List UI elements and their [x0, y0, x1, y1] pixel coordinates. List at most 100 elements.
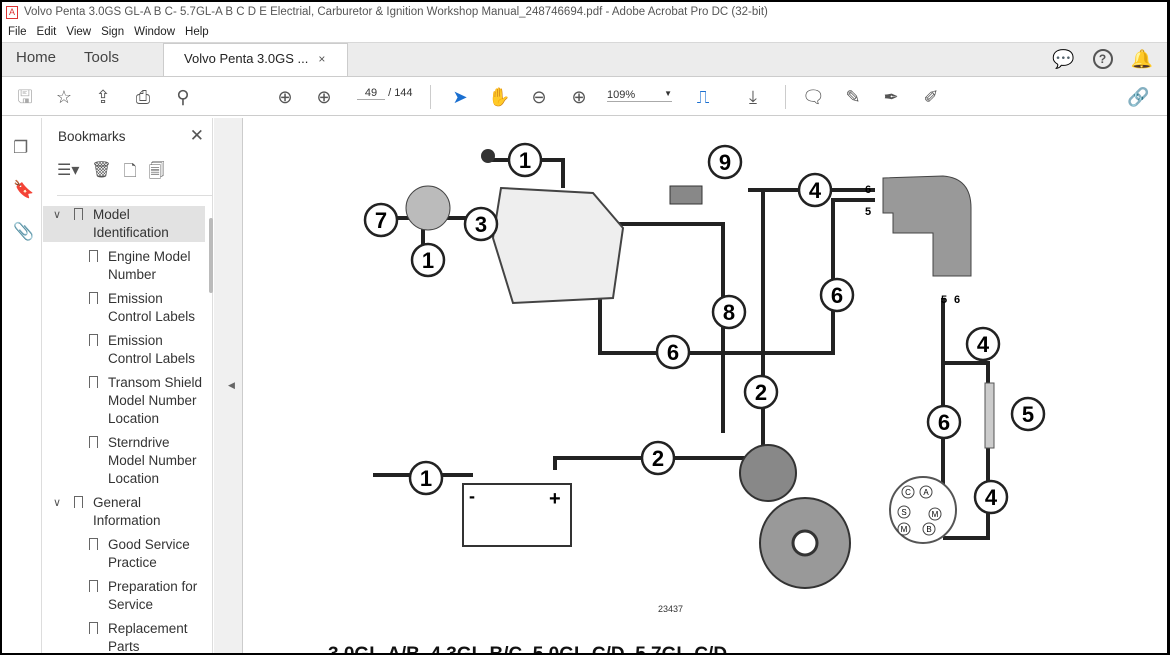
menu-help[interactable]: Help — [185, 26, 209, 38]
switch-terminal-label: B — [926, 525, 931, 534]
share-link-icon[interactable]: 🔗 — [1127, 86, 1149, 108]
highlight-icon[interactable]: ✎ — [842, 86, 864, 108]
bookmark-flag-icon — [89, 334, 98, 346]
print-icon[interactable]: ⎙ — [132, 86, 154, 108]
bookmark-label: Sterndrive Model Number Location — [108, 435, 197, 486]
page-total: 144 — [394, 87, 413, 99]
bookmark-flag-icon — [89, 580, 98, 592]
bookmark-item[interactable]: Replacement Parts — [43, 620, 205, 653]
save-icon[interactable]: 🖫 — [14, 86, 36, 108]
callout-number: 1 — [422, 248, 434, 273]
attachment-icon[interactable]: 📎 — [13, 222, 34, 242]
bookmark-flag-icon — [74, 208, 83, 220]
tab-home[interactable]: Home — [2, 43, 70, 76]
chevron-down-icon[interactable]: ∨ — [53, 494, 61, 512]
options-icon[interactable]: ☰▾ — [57, 160, 79, 187]
close-icon[interactable]: ✕ — [190, 126, 204, 146]
comment-bubble-icon[interactable]: 💬 — [1052, 49, 1074, 70]
close-tab-icon[interactable]: × — [318, 52, 325, 66]
bookmark-item[interactable]: ∨ General Information — [43, 494, 205, 530]
wire-label: 6 — [865, 184, 871, 196]
bookmarks-title: Bookmarks — [58, 129, 126, 144]
menu-sign[interactable]: Sign — [101, 26, 124, 38]
bookmark-item[interactable]: Emission Control Labels — [43, 332, 205, 368]
connector-icon — [669, 185, 703, 205]
page-number-input[interactable]: 49 — [357, 87, 385, 100]
bookmark-label: Engine Model Number — [108, 249, 191, 282]
wire-label: 5 — [865, 206, 871, 218]
callout-number: 7 — [375, 208, 387, 233]
bookmark-icon[interactable]: 🔖 — [13, 180, 34, 200]
callout-number: 1 — [519, 148, 531, 173]
bookmark-label: Transom Shield Model Number Location — [108, 375, 203, 426]
wiring-diagram: 17 31946682214564 6 5 5 6 - + C AS MM B — [363, 142, 1046, 589]
title-bar: A Volvo Penta 3.0GS GL-A B C- 5.7GL-A B C… — [2, 2, 1167, 22]
engine-harness-plug-icon — [882, 175, 972, 277]
new-bookmark-icon[interactable]: 🗋 — [124, 160, 137, 187]
callout-number: 4 — [977, 332, 990, 357]
bookmark-item[interactable]: ∨ Model Identification — [43, 206, 205, 242]
fuse-icon — [984, 382, 995, 449]
bookmarks-panel: Bookmarks ✕ ☰▾ 🗑 🗋 🗐 ∨ Model Identificati… — [43, 118, 213, 653]
window-title: Volvo Penta 3.0GS GL-A B C- 5.7GL-A B C … — [24, 6, 768, 18]
pages-icon[interactable]: ❐ — [13, 138, 28, 158]
bell-icon[interactable]: 🔔 — [1131, 49, 1153, 70]
bookmark-flag-icon — [89, 436, 98, 448]
menu-window[interactable]: Window — [134, 26, 175, 38]
bookmark-item[interactable]: Engine Model Number — [43, 248, 205, 284]
bookmark-list: ∨ Model Identification Engine Model Numbe… — [43, 206, 205, 653]
edit-pdf-icon[interactable]: ✐ — [920, 86, 942, 108]
callout-number: 8 — [723, 300, 735, 325]
wire-label: 5 — [941, 294, 947, 306]
switch-terminal-label: C — [905, 488, 911, 497]
zoom-select[interactable]: 109% ▼ — [607, 89, 672, 102]
comment-icon[interactable]: 🗨 — [802, 86, 825, 108]
bookmark-flag-icon — [89, 622, 98, 634]
zoom-value: 109% — [607, 89, 636, 101]
hand-tool-icon[interactable]: ✋ — [488, 86, 510, 108]
upload-cloud-icon[interactable]: ⇪ — [92, 86, 114, 108]
toolbar: 🖫 ☆ ⇪ ⎙ ⚲ ⊕ ⊕ 49 / 144 ➤ ✋ ⊖ ⊕ 109% ▼ ⎍ ⤓… — [2, 76, 1167, 116]
star-icon[interactable]: ☆ — [53, 86, 75, 108]
bookmark-item[interactable]: Transom Shield Model Number Location — [43, 374, 205, 428]
switch-terminal-label: S — [901, 508, 906, 517]
next-page-icon[interactable]: ⊕ — [313, 86, 335, 108]
callout-number: 2 — [652, 446, 664, 471]
menu-file[interactable]: File — [8, 26, 27, 38]
panel-splitter[interactable]: ◀ — [214, 118, 242, 653]
select-arrow-icon[interactable]: ➤ — [449, 86, 471, 108]
callout-number: 2 — [755, 380, 767, 405]
battery-positive: + — [549, 488, 561, 510]
bookmark-label: Model Identification — [93, 207, 169, 240]
callout-number: 6 — [831, 283, 843, 308]
delete-icon[interactable]: 🗑 — [91, 160, 111, 187]
page-separator: / — [388, 87, 392, 99]
previous-page-icon[interactable]: ⊕ — [274, 86, 296, 108]
page-indicator: 49 / 144 — [357, 87, 413, 100]
tab-bar: Home Tools Volvo Penta 3.0GS ... × 💬 ? 🔔 — [2, 42, 1167, 76]
find-bookmark-icon[interactable]: 🗐 — [149, 160, 165, 187]
section-heading: 3.0GL-A/B, 4.3GL-B/C, 5.0GL-C/D, 5.7GL-C… — [328, 644, 727, 653]
tab-tools[interactable]: Tools — [70, 43, 133, 76]
help-icon[interactable]: ? — [1092, 49, 1113, 69]
tab-document[interactable]: Volvo Penta 3.0GS ... × — [163, 43, 349, 76]
alternator-icon — [491, 186, 625, 305]
sign-icon[interactable]: ✒ — [880, 86, 902, 108]
bookmarks-scrollbar[interactable] — [209, 218, 213, 293]
callout-number: 9 — [719, 150, 731, 175]
zoom-out-icon[interactable]: ⊖ — [528, 86, 550, 108]
collapse-arrow-icon[interactable]: ◀ — [228, 380, 235, 391]
chevron-down-icon[interactable]: ∨ — [53, 206, 61, 224]
bookmark-item[interactable]: Preparation for Service — [43, 578, 205, 614]
bookmark-item[interactable]: Emission Control Labels — [43, 290, 205, 326]
bookmark-item[interactable]: Good Service Practice — [43, 536, 205, 572]
bookmark-item[interactable]: Sterndrive Model Number Location — [43, 434, 205, 488]
zoom-in-icon[interactable]: ⊕ — [568, 86, 590, 108]
acrobat-icon: A — [6, 5, 18, 19]
tab-document-label: Volvo Penta 3.0GS ... — [184, 51, 309, 66]
scroll-mode-icon[interactable]: ⤓ — [742, 86, 764, 108]
search-icon[interactable]: ⚲ — [172, 86, 194, 108]
fit-page-icon[interactable]: ⎍ — [692, 86, 714, 108]
menu-view[interactable]: View — [66, 26, 91, 38]
menu-edit[interactable]: Edit — [37, 26, 57, 38]
